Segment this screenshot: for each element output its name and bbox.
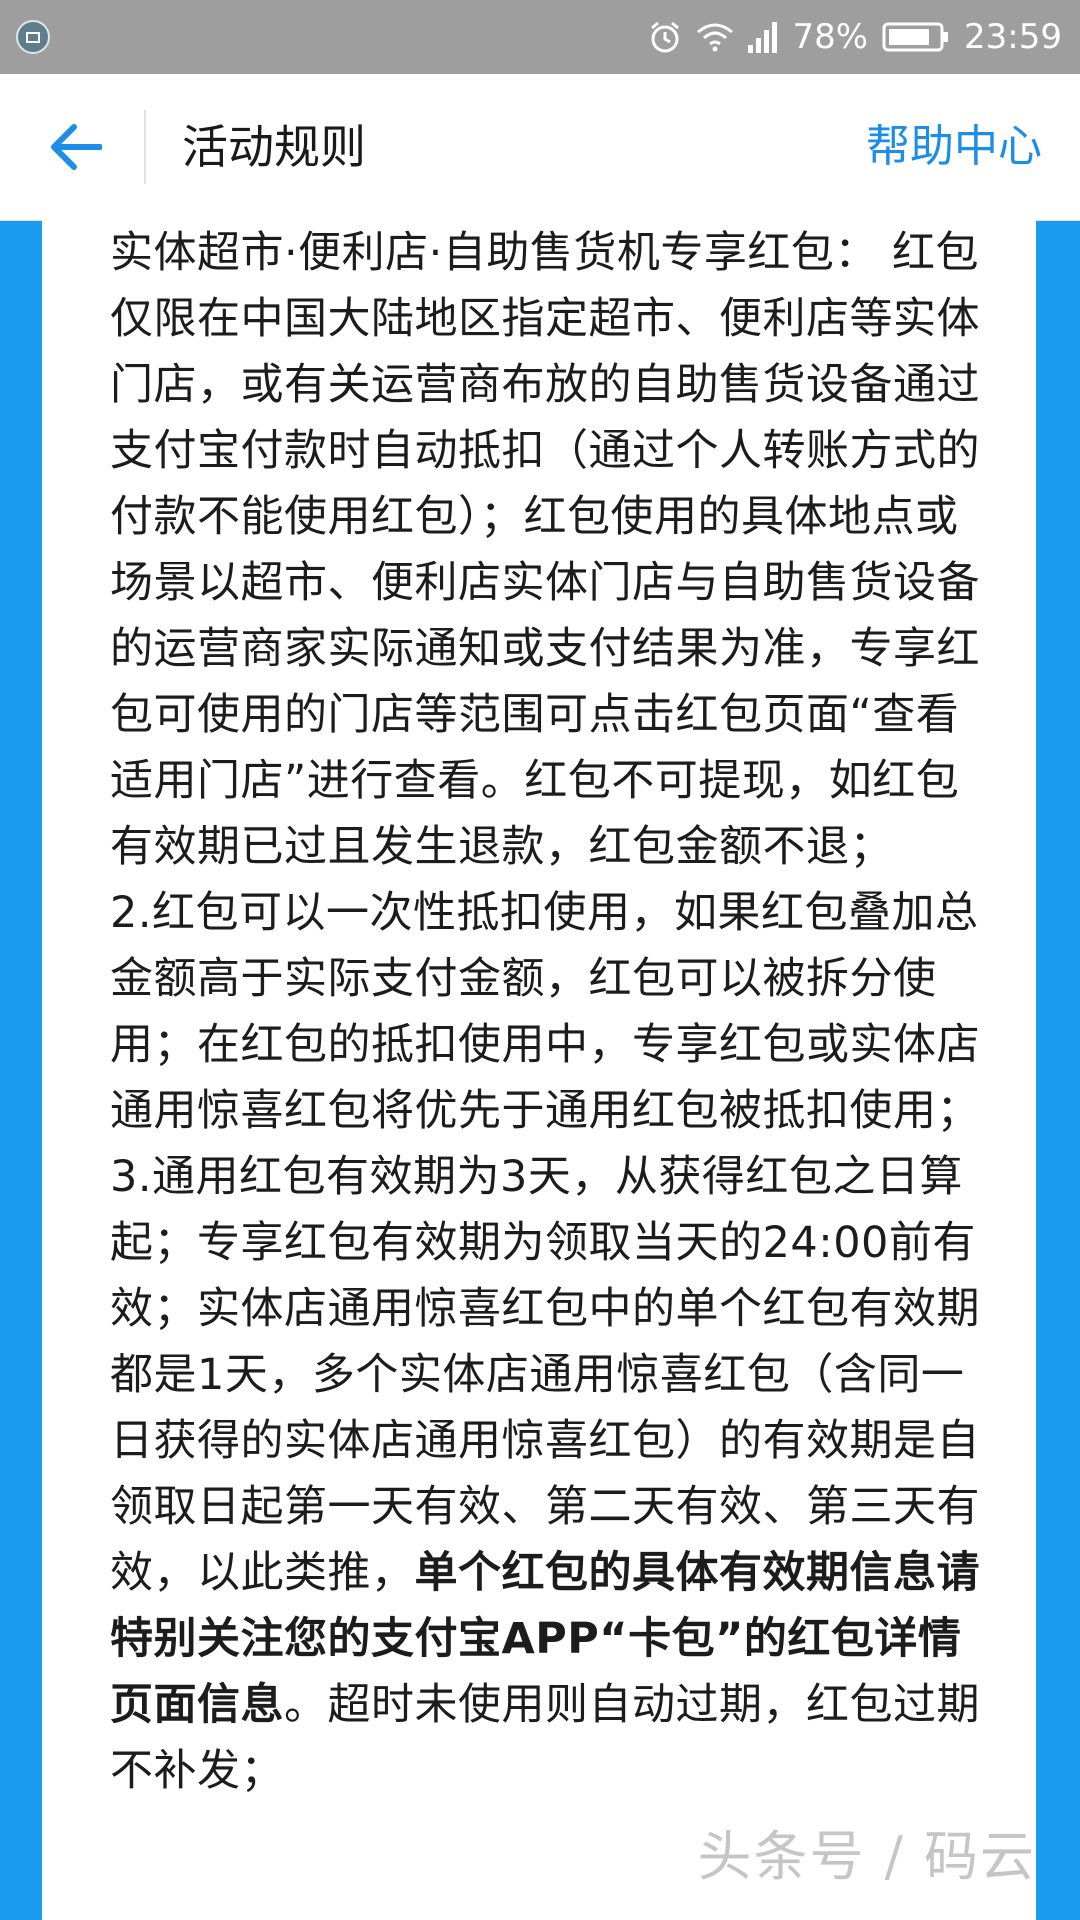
alarm-icon — [648, 20, 682, 54]
arrow-left-icon — [51, 124, 102, 170]
battery-percent: 78% — [792, 17, 869, 57]
rules-paragraph-3-start: 3.通用红包有效期为3天，从获得红包之日算起；专享红包有效期为领取当天的24:0… — [110, 1152, 980, 1598]
rules-paragraph-3: 3.通用红包有效期为3天，从获得红包之日算起；专享红包有效期为领取当天的24:0… — [110, 1144, 996, 1804]
rules-paragraph-1: 实体超市·便利店·自助售货机专享红包： 红包仅限在中国大陆地区指定超市、便利店等… — [110, 228, 980, 872]
battery-icon — [882, 21, 950, 53]
page-title: 活动规则 — [182, 120, 366, 174]
help-center-link[interactable]: 帮助中心 — [866, 74, 1042, 220]
back-button[interactable] — [40, 114, 112, 180]
status-bar: 78% 23:59 — [0, 0, 1080, 74]
signal-icon — [748, 21, 778, 53]
status-indicators: 78% 23:59 — [648, 0, 1062, 74]
app-bar: 活动规则 帮助中心 — [0, 74, 1080, 221]
rules-content-card: 实体超市·便利店·自助售货机专享红包： 红包仅限在中国大陆地区指定超市、便利店等… — [42, 220, 1036, 1920]
rules-paragraph-2: 2.红包可以一次性抵扣使用，如果红包叠加总金额高于实际支付金额，红包可以被拆分使… — [110, 888, 980, 1136]
app-bar-divider — [144, 110, 146, 184]
notification-icon — [16, 20, 50, 54]
rules-text: 实体超市·便利店·自助售货机专享红包： 红包仅限在中国大陆地区指定超市、便利店等… — [42, 220, 1036, 1804]
watermark: 头条号 / 码云 — [697, 1825, 1036, 1888]
clock-time: 23:59 — [964, 17, 1062, 57]
wifi-icon — [696, 22, 734, 52]
